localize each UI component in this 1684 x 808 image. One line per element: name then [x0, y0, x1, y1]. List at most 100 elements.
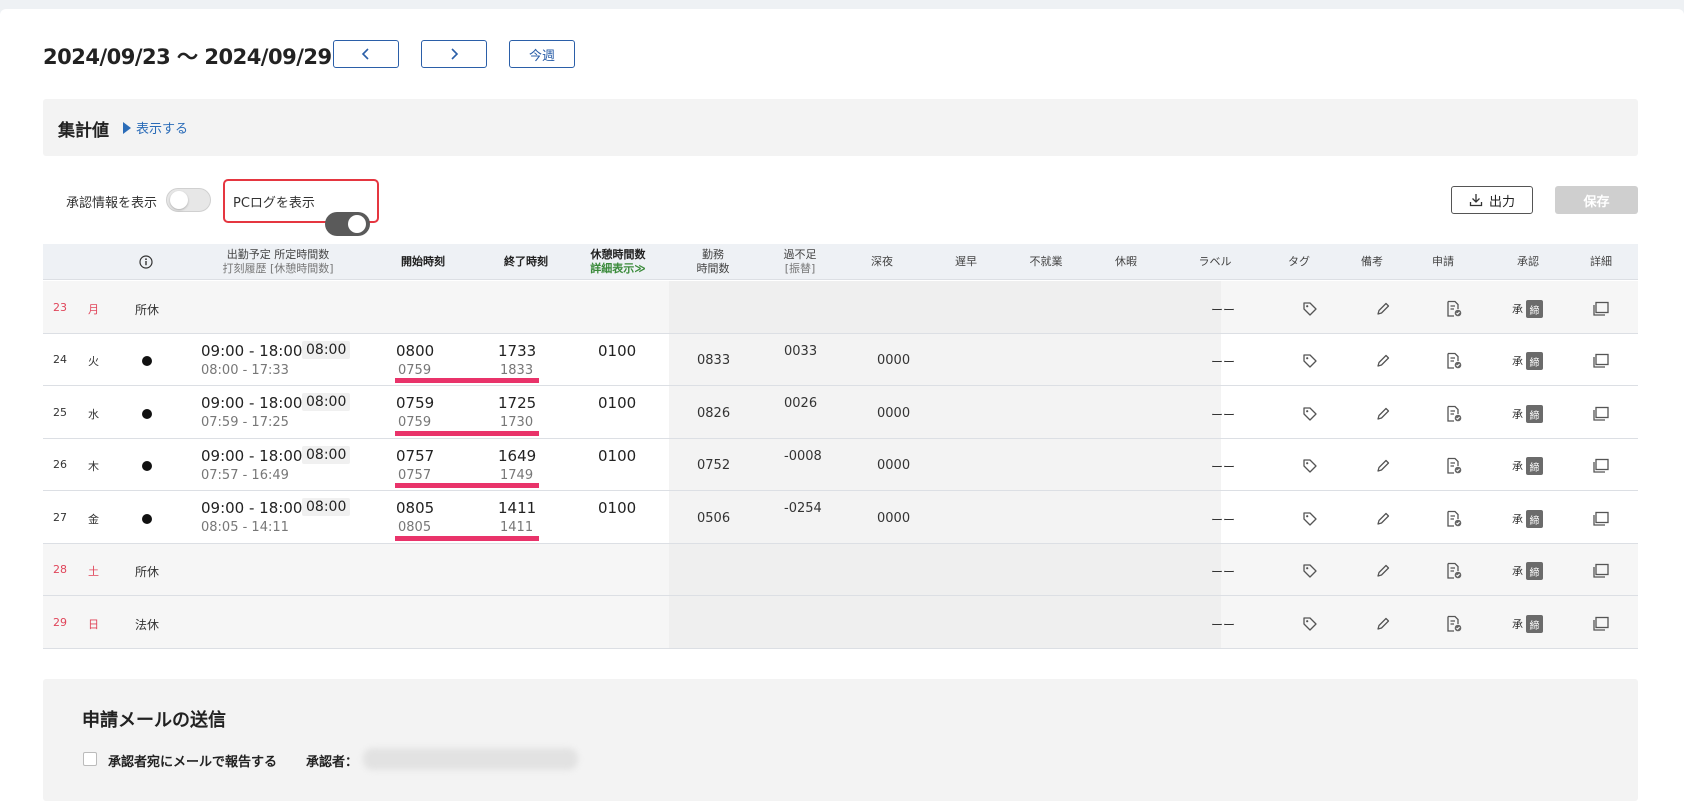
row-label: ーー [1211, 618, 1236, 632]
detail-window-icon[interactable] [1592, 510, 1610, 528]
row-end-pc-log: 1833 [500, 363, 534, 378]
detail-window-icon[interactable] [1592, 562, 1610, 580]
approval-status[interactable]: 承締 [1512, 352, 1543, 370]
summary-columns-band [669, 544, 1221, 595]
row-night: 0000 [877, 458, 911, 473]
tag-icon[interactable] [1301, 457, 1319, 475]
header-schedule: 出勤予定 所定時間数 打刻履歴 [休憩時間数] [222, 247, 334, 275]
row-night: 0000 [877, 511, 911, 526]
pencil-icon[interactable] [1374, 352, 1392, 370]
row-punch-history: 08:00 - 17:33 [201, 363, 289, 378]
tag-icon[interactable] [1301, 562, 1319, 580]
prev-week-button[interactable] [333, 40, 399, 68]
pencil-icon[interactable] [1374, 405, 1392, 423]
row-end-time[interactable]: 1733 [498, 342, 536, 360]
approval-status[interactable]: 承締 [1512, 562, 1543, 580]
row-start-time[interactable]: 0805 [396, 499, 434, 517]
request-doc-icon[interactable] [1445, 562, 1463, 580]
tag-icon[interactable] [1301, 615, 1319, 633]
approval-status[interactable]: 承締 [1512, 300, 1543, 318]
row-schedule: 09:00 - 18:00 [201, 499, 303, 517]
row-punch-history: 08:05 - 14:11 [201, 520, 289, 535]
request-doc-icon[interactable] [1445, 405, 1463, 423]
detail-window-icon[interactable] [1592, 352, 1610, 370]
tag-icon[interactable] [1301, 510, 1319, 528]
tag-icon[interactable] [1301, 352, 1319, 370]
row-start-pc-log: 0759 [398, 363, 432, 378]
approver-label: 承認者： [306, 755, 359, 770]
row-day: 23 [53, 301, 67, 314]
row-break[interactable]: 0100 [598, 394, 636, 412]
tag-icon[interactable] [1301, 405, 1319, 423]
request-doc-icon[interactable] [1445, 352, 1463, 370]
request-doc-icon[interactable] [1445, 457, 1463, 475]
row-holiday-status: 所休 [135, 565, 160, 579]
summary-show-link[interactable]: 表示する [123, 118, 188, 137]
next-week-button[interactable] [421, 40, 487, 68]
table-row: 25 水 09:00 - 18:00 08:00 07:59 - 17:25 0759 07… [43, 386, 1638, 439]
row-day: 24 [53, 353, 67, 366]
row-start-time[interactable]: 0757 [396, 447, 434, 465]
save-button[interactable]: 保存 [1555, 186, 1638, 214]
export-label: 出力 [1488, 194, 1515, 210]
pencil-icon[interactable] [1374, 510, 1392, 528]
row-start-time[interactable]: 0800 [396, 342, 434, 360]
approval-info-toggle[interactable] [166, 188, 211, 212]
summary-columns-band [669, 439, 1221, 490]
row-over-short: 0026 [784, 396, 818, 411]
approval-status[interactable]: 承締 [1512, 510, 1543, 528]
approver-value-redacted [363, 748, 578, 770]
export-button[interactable]: 出力 [1451, 186, 1533, 214]
pencil-icon[interactable] [1374, 300, 1392, 318]
request-doc-icon[interactable] [1445, 615, 1463, 633]
mail-report-label: 承認者宛にメールで報告する [108, 755, 278, 770]
approval-status[interactable]: 承締 [1512, 615, 1543, 633]
row-day: 28 [53, 563, 67, 576]
table-row: 24 火 09:00 - 18:00 08:00 08:00 - 17:33 0800 07… [43, 334, 1638, 386]
detail-window-icon[interactable] [1592, 615, 1610, 633]
table-row: 26 木 09:00 - 18:00 08:00 07:57 - 16:49 0757 07… [43, 439, 1638, 491]
this-week-button[interactable]: 今週 [509, 40, 575, 68]
header-note: 備考 [1361, 254, 1383, 268]
summary-columns-band [669, 281, 1221, 333]
row-start-time[interactable]: 0759 [396, 394, 434, 412]
request-doc-icon[interactable] [1445, 300, 1463, 318]
header-late: 遅早 [955, 254, 977, 268]
row-schedule: 09:00 - 18:00 [201, 447, 303, 465]
summary-show-label: 表示する [136, 122, 189, 137]
detail-window-icon[interactable] [1592, 405, 1610, 423]
header-request: 申請 [1432, 254, 1454, 268]
table-row: 29 日 法休 ーー 承締 [43, 596, 1638, 649]
triangle-right-icon [123, 121, 131, 134]
approval-status[interactable]: 承締 [1512, 457, 1543, 475]
request-doc-icon[interactable] [1445, 510, 1463, 528]
row-end-time[interactable]: 1411 [498, 499, 536, 517]
row-label: ーー [1211, 513, 1236, 527]
row-holiday-status: 所休 [135, 303, 160, 317]
row-work-hours: 0506 [697, 511, 731, 526]
break-detail-link[interactable]: 詳細表示≫ [590, 262, 646, 276]
pencil-icon[interactable] [1374, 457, 1392, 475]
pencil-icon[interactable] [1374, 615, 1392, 633]
info-icon[interactable] [136, 244, 156, 280]
row-end-pc-log: 1730 [500, 415, 534, 430]
row-day: 29 [53, 616, 67, 629]
tag-icon[interactable] [1301, 300, 1319, 318]
row-break[interactable]: 0100 [598, 499, 636, 517]
mail-report-checkbox[interactable] [83, 752, 97, 766]
approval-status[interactable]: 承締 [1512, 405, 1543, 423]
pencil-icon[interactable] [1374, 562, 1392, 580]
lock-badge: 締 [1526, 457, 1543, 475]
row-scheduled-hours: 08:00 [302, 341, 351, 359]
header-nonwork: 不就業 [1029, 254, 1063, 268]
header-break: 休憩時間数 詳細表示≫ [590, 247, 646, 276]
detail-window-icon[interactable] [1592, 300, 1610, 318]
row-break[interactable]: 0100 [598, 342, 636, 360]
row-break[interactable]: 0100 [598, 447, 636, 465]
row-over-short: 0033 [784, 344, 818, 359]
detail-window-icon[interactable] [1592, 457, 1610, 475]
attendance-dot-icon [142, 409, 152, 419]
row-end-time[interactable]: 1725 [498, 394, 536, 412]
row-end-time[interactable]: 1649 [498, 447, 536, 465]
pc-log-toggle[interactable] [325, 212, 370, 236]
